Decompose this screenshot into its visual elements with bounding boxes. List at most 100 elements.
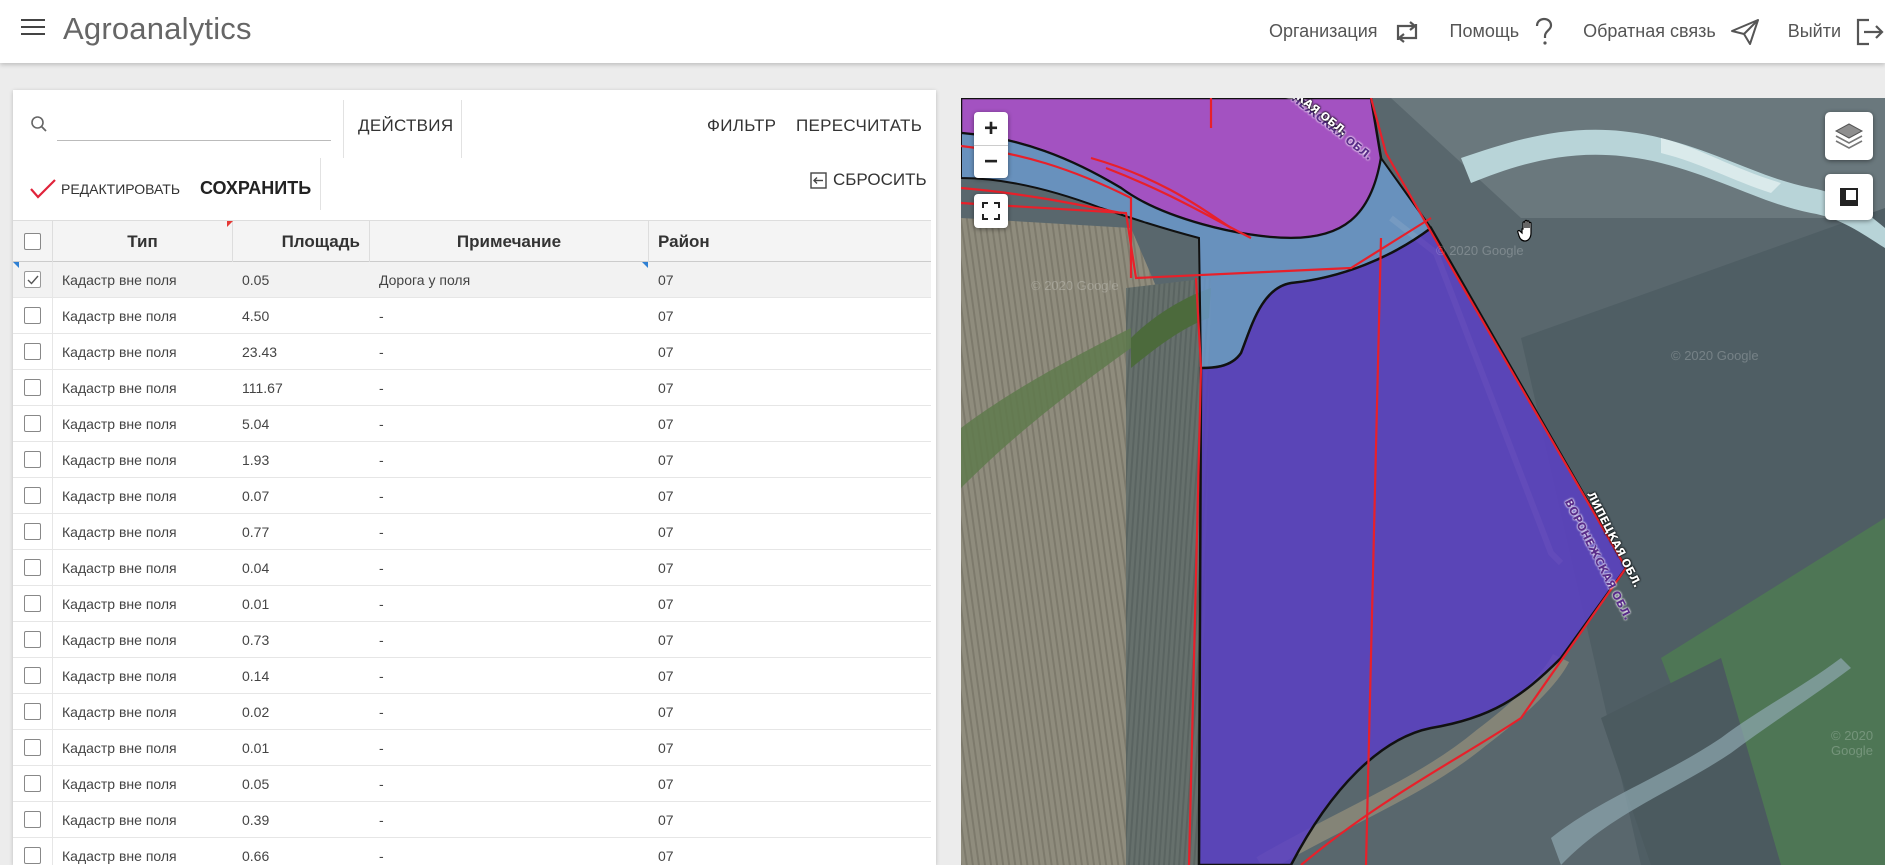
row-select-cell bbox=[13, 513, 53, 550]
table-row[interactable]: Кадастр вне поля 0.04 - 07 bbox=[13, 549, 931, 586]
row-checkbox[interactable] bbox=[24, 595, 41, 612]
row-checkbox[interactable] bbox=[24, 415, 41, 432]
nav-organization[interactable]: Организация bbox=[1269, 18, 1422, 46]
cell-district: 07 bbox=[658, 271, 674, 288]
cell-district: 07 bbox=[658, 847, 674, 864]
row-select-cell bbox=[13, 837, 53, 865]
cell-type: Кадастр вне поля bbox=[62, 847, 177, 864]
cell-type: Кадастр вне поля bbox=[62, 775, 177, 792]
row-select-cell bbox=[13, 693, 53, 730]
row-checkbox[interactable] bbox=[24, 523, 41, 540]
row-checkbox[interactable] bbox=[24, 811, 41, 828]
cell-type: Кадастр вне поля bbox=[62, 811, 177, 828]
table-row[interactable]: Кадастр вне поля 23.43 - 07 bbox=[13, 333, 931, 370]
row-checkbox[interactable] bbox=[24, 451, 41, 468]
cell-area: 0.39 bbox=[242, 811, 270, 828]
table-row[interactable]: Кадастр вне поля 0.66 - 07 bbox=[13, 837, 931, 865]
cell-note: - bbox=[379, 559, 384, 576]
row-checkbox[interactable] bbox=[24, 703, 41, 720]
table-row[interactable]: Кадастр вне поля 0.01 - 07 bbox=[13, 585, 931, 622]
nav-feedback-label: Обратная связь bbox=[1583, 21, 1716, 41]
table-row[interactable]: Кадастр вне поля 4.50 - 07 bbox=[13, 297, 931, 334]
column-header-note[interactable]: Примечание bbox=[370, 221, 649, 268]
zoom-out-button[interactable]: − bbox=[974, 145, 1008, 178]
table-row[interactable]: Кадастр вне поля 0.07 - 07 bbox=[13, 477, 931, 514]
cell-type: Кадастр вне поля bbox=[62, 451, 177, 468]
cell-note: - bbox=[379, 343, 384, 360]
actions-button[interactable]: ДЕЙСТВИЯ bbox=[358, 116, 453, 136]
layers-icon bbox=[1834, 123, 1864, 149]
table-header: Тип Площадь Примечание Район bbox=[13, 220, 931, 268]
table-row[interactable]: Кадастр вне поля 0.73 - 07 bbox=[13, 621, 931, 658]
legend-button[interactable] bbox=[1825, 174, 1873, 220]
row-checkbox[interactable] bbox=[24, 487, 41, 504]
zoom-in-button[interactable]: + bbox=[974, 112, 1008, 145]
table-row[interactable]: Кадастр вне поля 0.01 - 07 bbox=[13, 729, 931, 766]
row-checkbox[interactable] bbox=[24, 847, 41, 864]
cell-type: Кадастр вне поля bbox=[62, 307, 177, 324]
row-checkbox[interactable] bbox=[24, 271, 41, 288]
search-input[interactable] bbox=[57, 108, 331, 141]
table-row[interactable]: Кадастр вне поля 0.77 - 07 bbox=[13, 513, 931, 550]
column-header-type[interactable]: Тип bbox=[53, 221, 233, 262]
table-row[interactable]: Кадастр вне поля 1.93 - 07 bbox=[13, 441, 931, 478]
column-header-area[interactable]: Площадь bbox=[227, 221, 370, 262]
row-checkbox[interactable] bbox=[24, 307, 41, 324]
row-checkbox[interactable] bbox=[24, 631, 41, 648]
row-checkbox[interactable] bbox=[24, 379, 41, 396]
app-title: Agroanalytics bbox=[63, 11, 252, 46]
filter-button[interactable]: ФИЛЬТР bbox=[707, 116, 776, 136]
cell-note: - bbox=[379, 487, 384, 504]
cell-note: - bbox=[379, 451, 384, 468]
cell-area: 23.43 bbox=[242, 343, 278, 360]
row-checkbox[interactable] bbox=[24, 739, 41, 756]
table-row[interactable]: Кадастр вне поля 0.02 - 07 bbox=[13, 693, 931, 730]
cell-note: Дорога у поля bbox=[379, 271, 471, 288]
cell-district: 07 bbox=[658, 811, 674, 828]
row-checkbox[interactable] bbox=[24, 775, 41, 792]
nav-feedback[interactable]: Обратная связь bbox=[1583, 18, 1760, 46]
top-nav: Организация Помощь Обратная связь Выйти bbox=[1269, 0, 1885, 63]
cell-area: 0.77 bbox=[242, 523, 270, 540]
cell-area: 0.05 bbox=[242, 775, 270, 792]
toolbar-top: ДЕЙСТВИЯ ФИЛЬТР ПЕРЕСЧИТАТЬ bbox=[13, 90, 936, 158]
recalculate-button[interactable]: ПЕРЕСЧИТАТЬ bbox=[796, 116, 922, 136]
fullscreen-button[interactable] bbox=[974, 194, 1008, 228]
save-button[interactable]: СОХРАНИТЬ bbox=[200, 178, 311, 199]
cell-area: 0.01 bbox=[242, 739, 270, 756]
cell-district: 07 bbox=[658, 559, 674, 576]
reset-icon bbox=[810, 171, 827, 189]
table-row[interactable]: Кадастр вне поля 0.05 Дорога у поля 07 bbox=[13, 261, 931, 298]
cell-area: 0.14 bbox=[242, 667, 270, 684]
row-checkbox[interactable] bbox=[24, 343, 41, 360]
table-row[interactable]: Кадастр вне поля 0.39 - 07 bbox=[13, 801, 931, 838]
column-header-district[interactable]: Район bbox=[649, 221, 931, 262]
search-icon bbox=[31, 116, 47, 132]
cell-type: Кадастр вне поля bbox=[62, 523, 177, 540]
edit-button-label: РЕДАКТИРОВАТЬ bbox=[61, 181, 181, 197]
toolbar-edit: РЕДАКТИРОВАТЬ СОХРАНИТЬ СБРОСИТЬ bbox=[13, 158, 936, 210]
nav-logout[interactable]: Выйти bbox=[1788, 17, 1885, 47]
nav-help[interactable]: Помощь bbox=[1450, 17, 1556, 47]
row-checkbox[interactable] bbox=[24, 667, 41, 684]
table-row[interactable]: Кадастр вне поля 0.05 - 07 bbox=[13, 765, 931, 802]
table-row[interactable]: Кадастр вне поля 5.04 - 07 bbox=[13, 405, 931, 442]
map-copyright: © 2020 Google bbox=[1031, 278, 1119, 293]
column-header-area-label: Площадь bbox=[281, 231, 360, 251]
select-all-checkbox[interactable] bbox=[24, 233, 41, 250]
table-row[interactable]: Кадастр вне поля 0.14 - 07 bbox=[13, 657, 931, 694]
cell-note: - bbox=[379, 667, 384, 684]
cell-district: 07 bbox=[658, 379, 674, 396]
map-view[interactable]: ВОРОНЕЖСКАЯ ОБЛ. ЛИПЕЦКАЯ ОБЛ. ВОРОНЕЖСК… bbox=[961, 98, 1885, 865]
layers-button[interactable] bbox=[1825, 112, 1873, 160]
cell-district: 07 bbox=[658, 415, 674, 432]
cell-note: - bbox=[379, 847, 384, 864]
table-row[interactable]: Кадастр вне поля 111.67 - 07 bbox=[13, 369, 931, 406]
reset-button[interactable]: СБРОСИТЬ bbox=[810, 170, 927, 190]
map-copyright: © 2020 Google bbox=[1671, 348, 1759, 363]
edit-button[interactable]: РЕДАКТИРОВАТЬ bbox=[29, 178, 180, 200]
menu-icon[interactable] bbox=[21, 19, 45, 39]
cell-type: Кадастр вне поля bbox=[62, 379, 177, 396]
row-checkbox[interactable] bbox=[24, 559, 41, 576]
cell-district: 07 bbox=[658, 451, 674, 468]
